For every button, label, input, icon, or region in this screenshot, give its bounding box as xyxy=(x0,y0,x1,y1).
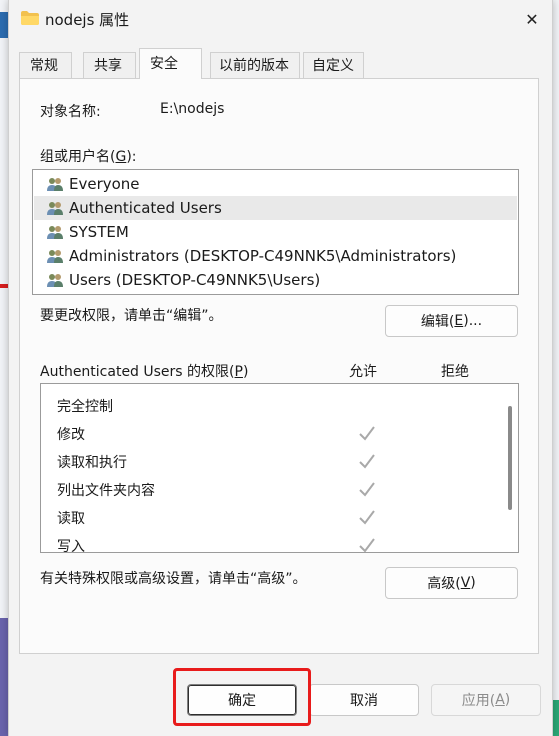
groups-label-suffix: ): xyxy=(126,149,137,165)
permission-row: 列出文件夹内容 xyxy=(41,475,501,503)
cancel-button-label: 取消 xyxy=(350,693,378,709)
group-list-item[interactable]: Everyone xyxy=(34,172,517,196)
permission-name: 修改 xyxy=(57,427,85,443)
permission-name: 完全控制 xyxy=(57,399,113,415)
tab-previous-versions[interactable]: 以前的版本 xyxy=(210,52,300,78)
permission-name: 读取 xyxy=(57,511,85,527)
users-icon xyxy=(47,178,63,191)
tab-strip: 常规 共享 安全 以前的版本 自定义 xyxy=(19,48,539,79)
edit-button-suffix: )... xyxy=(463,313,483,329)
group-name: Users (DESKTOP-C49NNK5\Users) xyxy=(69,271,321,289)
apply-button-key: A xyxy=(495,692,505,708)
group-name: SYSTEM xyxy=(69,223,129,241)
close-icon: ✕ xyxy=(525,9,539,29)
tab-general[interactable]: 常规 xyxy=(19,52,72,78)
apply-button-label: 应用( xyxy=(461,693,496,709)
users-icon xyxy=(47,202,63,215)
apply-button[interactable]: 应用(A) xyxy=(431,684,541,716)
advanced-button-suffix: ) xyxy=(470,575,476,591)
tab-customize[interactable]: 自定义 xyxy=(303,52,364,78)
permissions-label-text: Authenticated Users 的权限( xyxy=(40,364,235,380)
advanced-button-key: V xyxy=(460,575,471,591)
group-list-item[interactable]: Authenticated Users xyxy=(34,196,517,220)
users-icon xyxy=(47,274,63,287)
object-name-label: 对象名称: xyxy=(40,104,101,120)
permission-row: 完全控制 xyxy=(41,391,501,419)
group-list-item[interactable]: Administrators (DESKTOP-C49NNK5\Administ… xyxy=(34,244,517,268)
tab-sharing[interactable]: 共享 xyxy=(83,52,136,78)
tab-label: 以前的版本 xyxy=(219,58,289,74)
tab-label: 共享 xyxy=(94,58,122,74)
groups-listbox[interactable]: Everyone Authenticated Users SYSTEM Adminis… xyxy=(32,169,519,295)
check-icon xyxy=(359,454,375,469)
advanced-button-label: 高级( xyxy=(427,576,461,592)
groups-label-key: G xyxy=(115,149,127,165)
permission-name: 写入 xyxy=(57,539,85,553)
edit-button-key: E xyxy=(454,313,464,329)
tab-label: 常规 xyxy=(30,58,58,74)
check-icon xyxy=(359,426,375,441)
check-icon xyxy=(359,538,375,552)
permission-name: 列出文件夹内容 xyxy=(57,483,155,499)
apply-button-suffix: ) xyxy=(504,692,511,708)
group-list-item[interactable]: Users (DESKTOP-C49NNK5\Users) xyxy=(34,268,517,292)
permission-row: 读取和执行 xyxy=(41,447,501,475)
groups-label-text: 组或用户名( xyxy=(40,149,116,165)
permission-row: 写入 xyxy=(41,531,501,553)
object-name-value: E:\nodejs xyxy=(160,101,225,117)
users-icon xyxy=(47,250,63,263)
permissions-list[interactable]: 完全控制修改读取和执行列出文件夹内容 读取写入 xyxy=(40,383,519,553)
advanced-button[interactable]: 高级(V) xyxy=(385,567,518,599)
permission-row: 读取 xyxy=(41,503,501,531)
highlight-box xyxy=(173,668,311,726)
groups-label: 组或用户名(G): xyxy=(40,146,137,166)
deny-header: 拒绝 xyxy=(441,364,469,380)
group-name: Administrators (DESKTOP-C49NNK5\Administ… xyxy=(69,247,457,265)
permission-row: 修改 xyxy=(41,419,501,447)
close-button[interactable]: ✕ xyxy=(512,0,552,38)
check-icon xyxy=(359,482,375,497)
permissions-label-suffix: ) xyxy=(242,364,249,380)
group-name: Everyone xyxy=(69,175,140,193)
tab-label: 自定义 xyxy=(312,58,354,74)
allow-header: 允许 xyxy=(349,364,377,380)
users-icon xyxy=(47,226,63,239)
title-bar[interactable]: nodejs 属性 ✕ xyxy=(9,0,552,38)
permissions-label: Authenticated Users 的权限(P) xyxy=(40,361,248,381)
edit-button[interactable]: 编辑(E)... xyxy=(385,305,518,337)
cancel-button[interactable]: 取消 xyxy=(309,684,419,716)
advanced-hint: 有关特殊权限或高级设置，请单击“高级”。 xyxy=(40,571,307,587)
folder-icon xyxy=(21,11,39,25)
permissions-scrollbar[interactable] xyxy=(508,406,512,510)
edit-button-label: 编辑( xyxy=(420,314,455,330)
group-name: Authenticated Users xyxy=(69,199,222,217)
permission-name: 读取和执行 xyxy=(57,455,127,471)
check-icon xyxy=(359,510,375,525)
tab-label: 安全 xyxy=(150,56,178,72)
group-list-item[interactable]: SYSTEM xyxy=(34,220,517,244)
tab-security[interactable]: 安全 xyxy=(139,48,202,79)
window-title: nodejs 属性 xyxy=(45,11,130,29)
permissions-label-key: P xyxy=(234,364,243,380)
edit-hint: 要更改权限，请单击“编辑”。 xyxy=(40,308,223,324)
